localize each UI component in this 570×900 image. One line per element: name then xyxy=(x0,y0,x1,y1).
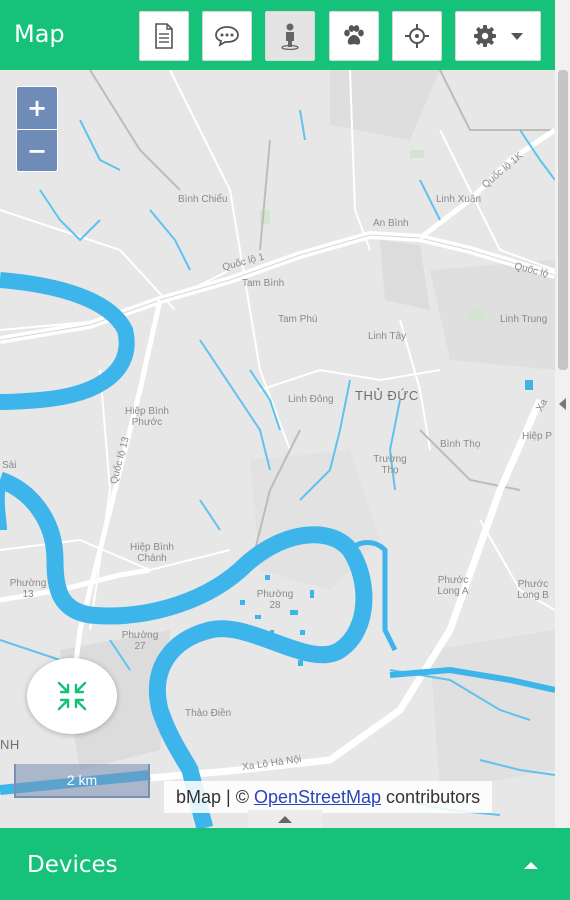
messages-button[interactable] xyxy=(202,11,252,61)
map-label: Thảo Điền xyxy=(185,708,232,719)
map-label: Phước Long B xyxy=(517,579,549,601)
map-label: Phường 13 xyxy=(9,578,47,600)
map-canvas[interactable]: Bình Chiểu An Bình Linh Xuân Quốc lộ 1K … xyxy=(0,70,555,828)
devices-title: Devices xyxy=(27,852,118,878)
attribution-suffix: contributors xyxy=(386,786,481,807)
map-label: NH xyxy=(0,737,20,752)
drawer-handle[interactable] xyxy=(248,810,322,828)
pets-button[interactable] xyxy=(329,11,379,61)
zoom-in-button[interactable]: + xyxy=(17,87,57,129)
map-label: Linh Đông xyxy=(288,394,334,405)
devices-panel-header[interactable]: Devices xyxy=(0,828,570,900)
map-label: Sài xyxy=(2,460,17,471)
map-label: Linh Tây xyxy=(368,331,407,342)
map-label: Tam Bình xyxy=(242,278,285,289)
openstreetmap-link[interactable]: OpenStreetMap xyxy=(254,787,381,808)
map-label: Phường 27 xyxy=(121,630,159,652)
chat-icon xyxy=(215,26,239,47)
crosshair-icon xyxy=(405,24,429,48)
map-label-district: THỦ ĐỨC xyxy=(355,388,419,403)
map-label: Hiệp P xyxy=(522,431,553,442)
zoom-control: + − xyxy=(16,86,58,172)
document-icon xyxy=(155,23,173,49)
paw-icon xyxy=(344,25,364,45)
locate-button[interactable] xyxy=(392,11,442,61)
settings-dropdown-button[interactable] xyxy=(455,11,541,61)
map-attribution: bMap | © OpenStreetMap contributors xyxy=(164,781,493,813)
history-button[interactable] xyxy=(139,11,189,61)
map-label: Bình Thọ xyxy=(440,439,481,450)
scale-bar: 2 km xyxy=(14,764,150,798)
chevron-left-icon[interactable] xyxy=(559,398,566,410)
attribution-prefix: bMap | © xyxy=(176,786,249,807)
map-label: Phường 28 xyxy=(256,589,294,611)
page-title: Map xyxy=(14,20,65,48)
map-label: Linh Trung xyxy=(500,314,548,325)
zoom-out-button[interactable]: − xyxy=(17,129,57,171)
collapse-map-button[interactable] xyxy=(27,658,117,734)
gear-icon xyxy=(474,25,496,47)
scrollbar-thumb[interactable] xyxy=(558,70,568,370)
app-header: Map xyxy=(0,0,555,70)
map-label: An Bình xyxy=(373,218,409,229)
people-button[interactable] xyxy=(265,11,315,61)
map-label: Bình Chiểu xyxy=(178,194,228,205)
map-label: Trường Thọ xyxy=(373,454,407,476)
chevron-up-icon xyxy=(524,862,538,869)
chevron-down-icon xyxy=(511,32,523,40)
chevron-up-icon xyxy=(278,815,292,823)
map-label: Phước Long A xyxy=(437,575,469,597)
map-label: Hiệp Bình Phước xyxy=(125,406,169,428)
person-icon xyxy=(281,23,299,50)
collapse-icon xyxy=(57,681,87,711)
map-label: Hiệp Bình Chánh xyxy=(130,542,174,564)
map-label: Linh Xuân xyxy=(436,194,482,205)
map-label: Tam Phú xyxy=(278,314,318,325)
